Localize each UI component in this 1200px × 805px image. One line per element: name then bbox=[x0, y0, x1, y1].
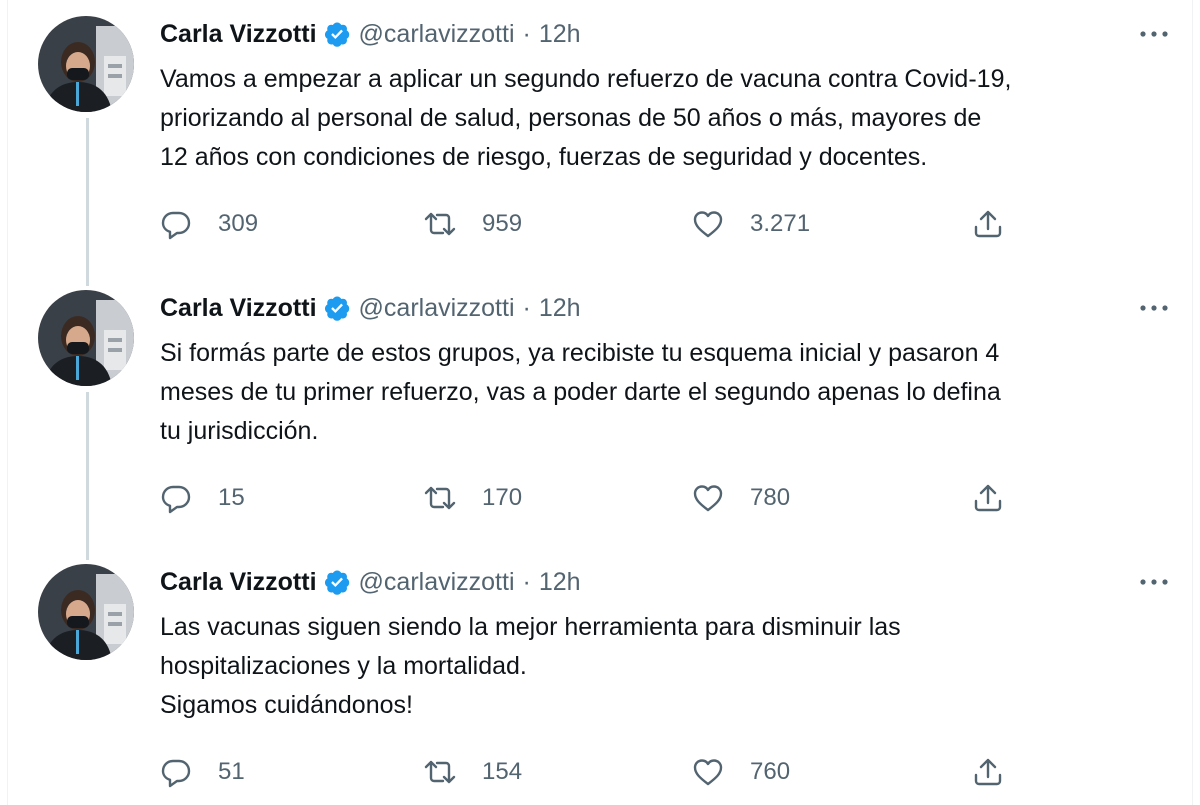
verified-badge-icon bbox=[323, 568, 351, 596]
author-avatar[interactable] bbox=[38, 290, 134, 386]
avatar-photo bbox=[38, 290, 134, 386]
share-button[interactable] bbox=[972, 208, 1004, 240]
author-avatar[interactable] bbox=[38, 564, 134, 660]
avatar-photo bbox=[38, 16, 134, 112]
separator-dot: · bbox=[522, 567, 531, 596]
tweet-header: Carla Vizzotti @carlavizzotti · 12h bbox=[160, 290, 581, 326]
verified-badge-icon bbox=[323, 20, 351, 48]
reply-icon bbox=[161, 485, 191, 514]
reply-button[interactable]: 309 bbox=[160, 208, 258, 240]
author-name[interactable]: Carla Vizzotti bbox=[160, 294, 317, 323]
tweet[interactable]: Carla Vizzotti @carlavizzotti · 12h Si f… bbox=[0, 274, 1200, 548]
retweet-count: 959 bbox=[482, 210, 523, 237]
separator-dot: · bbox=[522, 293, 531, 322]
share-icon bbox=[974, 758, 1002, 786]
author-name[interactable]: Carla Vizzotti bbox=[160, 568, 317, 597]
tweet-timestamp[interactable]: 12h bbox=[539, 568, 581, 597]
tweet-actions: 309 959 3.271 bbox=[160, 208, 1020, 240]
retweet-count: 170 bbox=[482, 484, 523, 511]
reply-button[interactable]: 51 bbox=[160, 756, 245, 788]
retweet-button[interactable]: 959 bbox=[424, 208, 522, 240]
like-count: 3.271 bbox=[750, 210, 811, 237]
reply-icon bbox=[161, 211, 191, 240]
reply-count: 309 bbox=[218, 210, 259, 237]
retweet-button[interactable]: 170 bbox=[424, 482, 522, 514]
reply-count: 51 bbox=[218, 758, 245, 785]
author-handle[interactable]: @carlavizzotti bbox=[359, 20, 515, 49]
tweet-header: Carla Vizzotti @carlavizzotti · 12h bbox=[160, 16, 581, 52]
heart-icon bbox=[693, 211, 723, 238]
tweet[interactable]: Carla Vizzotti @carlavizzotti · 12h Las … bbox=[0, 548, 1200, 805]
tweet-header: Carla Vizzotti @carlavizzotti · 12h bbox=[160, 564, 581, 600]
tweet-actions: 15 170 780 bbox=[160, 482, 1020, 514]
tweet-text: Las vacunas siguen siendo la mejor herra… bbox=[160, 613, 901, 719]
author-name[interactable]: Carla Vizzotti bbox=[160, 20, 317, 49]
heart-icon bbox=[693, 759, 723, 786]
like-button[interactable]: 780 bbox=[692, 482, 790, 514]
more-options-icon[interactable] bbox=[1138, 570, 1170, 594]
retweet-count: 154 bbox=[482, 758, 523, 785]
tweet-text: Vamos a empezar a aplicar un segundo ref… bbox=[160, 65, 1012, 171]
heart-icon bbox=[693, 485, 723, 512]
share-button[interactable] bbox=[972, 756, 1004, 788]
tweet-timestamp[interactable]: 12h bbox=[539, 294, 581, 323]
like-count: 780 bbox=[750, 484, 791, 511]
tweet-text: Si formás parte de estos grupos, ya reci… bbox=[160, 339, 1001, 445]
tweet[interactable]: Carla Vizzotti @carlavizzotti · 12h Vamo… bbox=[0, 0, 1200, 274]
tweet-actions: 51 154 760 bbox=[160, 756, 1020, 788]
reply-icon bbox=[161, 759, 191, 788]
retweet-button[interactable]: 154 bbox=[424, 756, 522, 788]
share-icon bbox=[974, 210, 1002, 238]
like-button[interactable]: 760 bbox=[692, 756, 790, 788]
author-avatar[interactable] bbox=[38, 16, 134, 112]
more-options-icon[interactable] bbox=[1138, 296, 1170, 320]
more-options-icon[interactable] bbox=[1138, 22, 1170, 46]
retweet-icon bbox=[424, 212, 456, 236]
tweet-timestamp[interactable]: 12h bbox=[539, 20, 581, 49]
verified-badge-icon bbox=[323, 294, 351, 322]
reply-count: 15 bbox=[218, 484, 245, 511]
reply-button[interactable]: 15 bbox=[160, 482, 245, 514]
retweet-icon bbox=[424, 760, 456, 784]
separator-dot: · bbox=[522, 19, 531, 48]
share-icon bbox=[974, 484, 1002, 512]
like-button[interactable]: 3.271 bbox=[692, 208, 810, 240]
like-count: 760 bbox=[750, 758, 791, 785]
author-handle[interactable]: @carlavizzotti bbox=[359, 568, 515, 597]
share-button[interactable] bbox=[972, 482, 1004, 514]
author-handle[interactable]: @carlavizzotti bbox=[359, 294, 515, 323]
avatar-photo bbox=[38, 564, 134, 660]
retweet-icon bbox=[424, 486, 456, 510]
